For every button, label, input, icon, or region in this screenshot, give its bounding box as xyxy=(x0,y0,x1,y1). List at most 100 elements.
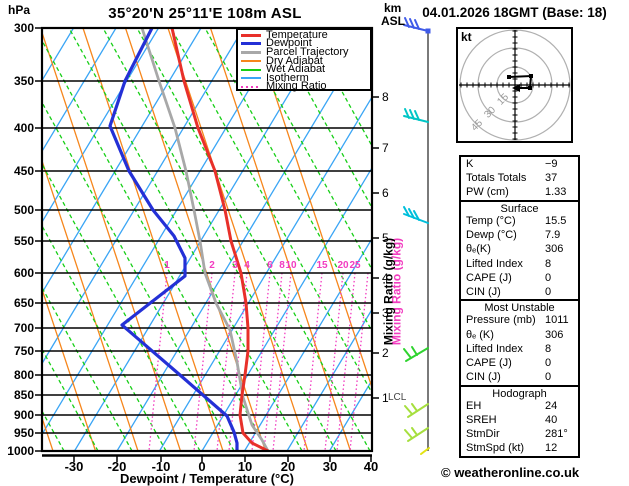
mixing-ratio-value-label: 15 xyxy=(316,260,328,271)
table-row-label: K xyxy=(466,158,474,170)
sounding-chart: hPa 35°20'N 25°11'E 108m ASL km ASL 04.0… xyxy=(0,0,629,486)
table-row-value: 281° xyxy=(545,428,568,441)
km-tick-label: 1 xyxy=(382,391,389,405)
legend-line-sample xyxy=(241,77,261,80)
table-row: Lifted Index 8 xyxy=(461,257,578,271)
pressure-tick-label: 500 xyxy=(13,203,34,217)
table-row: EH 24 xyxy=(461,399,578,413)
km-tick-label: 7 xyxy=(382,141,389,155)
pressure-tick-label: 950 xyxy=(13,426,34,440)
pressure-tick-label: 1000 xyxy=(7,444,34,458)
km-tick-label: 5 xyxy=(382,231,389,245)
legend-item: Mixing Ratio xyxy=(241,80,370,93)
table-row-value: 24 xyxy=(545,399,558,412)
table-row: PW (cm) 1.33 xyxy=(461,185,578,199)
pressure-tick-label: 850 xyxy=(13,388,34,402)
run-title: 04.01.2026 18GMT (Base: 18) xyxy=(422,5,607,20)
pressure-tick-label: 750 xyxy=(13,344,34,358)
table-row-label: Lifted Index xyxy=(466,257,523,270)
pressure-tick-label: 600 xyxy=(13,266,34,280)
table-row-value: 1.33 xyxy=(545,186,567,199)
dewpoint-curve xyxy=(108,28,239,451)
table-section-header: Most Unstable xyxy=(461,299,578,314)
temp-tick-label: 20 xyxy=(280,459,296,474)
mixing-ratio-value-label: 10 xyxy=(285,260,297,271)
pressure-tick-label: 650 xyxy=(13,296,34,310)
wind-barb xyxy=(403,206,429,224)
table-row: StmDir 281° xyxy=(461,427,578,441)
pressure-tick-label: 300 xyxy=(13,21,34,35)
table-row: Temp (°C) 15.5 xyxy=(461,214,578,228)
legend-item-label: Mixing Ratio xyxy=(266,80,327,93)
mixing-ratio-value-label: 1 xyxy=(164,260,170,271)
station-title: 35°20'N 25°11'E 108m ASL xyxy=(108,5,302,22)
table-row-value: 306 xyxy=(545,328,564,341)
table-row: CIN (J) 0 xyxy=(461,370,578,384)
legend-line-sample xyxy=(241,68,261,71)
legend-line-sample xyxy=(241,33,261,37)
table-row-value: 0 xyxy=(545,285,552,298)
table-row-label: SREH xyxy=(466,413,497,426)
table-row-value: 0 xyxy=(545,271,552,284)
km-tick-label: 8 xyxy=(382,90,389,104)
temp-tick-label: 10 xyxy=(237,459,253,474)
km-tick-label: 3 xyxy=(382,306,389,320)
temp-tick-label: -10 xyxy=(151,459,171,474)
table-row-label: EH xyxy=(466,399,482,412)
legend-line-sample xyxy=(241,60,261,63)
table-row-value: 0 xyxy=(545,371,552,384)
km-tick-label: 4 xyxy=(382,271,389,285)
pressure-tick-label: 900 xyxy=(13,408,34,422)
temp-tick-label: 40 xyxy=(363,459,379,474)
credit-footer: © weatheronline.co.uk xyxy=(441,465,580,480)
table-row-value: 1011 xyxy=(545,314,569,327)
wet-adiabat-line xyxy=(136,28,371,451)
table-row-value: 0 xyxy=(545,357,552,370)
table-row: Dewp (°C) 7.9 xyxy=(461,228,578,242)
indices-table: K −9 Totals Totals 37 PW (cm) 1.33 Surface Temp… xyxy=(459,155,580,458)
table-row-value: 7.9 xyxy=(545,229,561,242)
table-section-header: Surface xyxy=(461,199,578,215)
temp-tick-label: 30 xyxy=(322,459,338,474)
altitude-axis-unit-km: km xyxy=(384,1,402,15)
table-row: CAPE (J) 0 xyxy=(461,356,578,370)
mixing-ratio-line xyxy=(272,272,292,451)
table-row-label: Dewp (°C) xyxy=(466,229,517,242)
mixing-ratio-value-label: 25 xyxy=(349,260,361,271)
pressure-axis-unit: hPa xyxy=(8,3,31,17)
table-row-label: CIN (J) xyxy=(466,285,501,298)
wind-barb xyxy=(403,108,429,123)
hodograph-unit-label: kt xyxy=(461,30,472,44)
wind-barb xyxy=(403,17,431,34)
temp-tick-label: 0 xyxy=(198,459,206,474)
table-row-label: θₑ (K) xyxy=(466,328,494,341)
pressure-tick-label: 700 xyxy=(13,321,34,335)
table-row: K −9 xyxy=(461,157,578,171)
wind-barb xyxy=(404,427,429,442)
table-row-value: 40 xyxy=(545,413,558,426)
table-row-label: Totals Totals xyxy=(466,172,527,185)
pressure-tick-label: 350 xyxy=(13,74,34,88)
pressure-tick-label: 400 xyxy=(13,121,34,135)
legend-line-sample xyxy=(241,50,261,54)
wind-barb xyxy=(403,346,429,362)
table-row: θₑ (K) 306 xyxy=(461,328,578,342)
wind-barb xyxy=(404,403,429,418)
legend-line-sample xyxy=(241,85,261,88)
table-row-value: 37 xyxy=(545,172,558,185)
legend-line-sample xyxy=(241,42,261,46)
table-row-label: CIN (J) xyxy=(466,371,501,384)
table-row: θₑ(K) 306 xyxy=(461,242,578,256)
pressure-tick-label: 800 xyxy=(13,368,34,382)
table-row-label: CAPE (J) xyxy=(466,357,512,370)
table-row: StmSpd (kt) 12 xyxy=(461,441,578,455)
table-row-value: 8 xyxy=(545,342,552,355)
temp-tick-label: -20 xyxy=(107,459,127,474)
table-row-label: StmSpd (kt) xyxy=(466,442,525,455)
table-row: CIN (J) 0 xyxy=(461,285,578,299)
km-tick-label: 2 xyxy=(382,346,389,360)
table-row-label: Temp (°C) xyxy=(466,214,516,227)
temp-tick-label: -30 xyxy=(64,459,84,474)
table-row-label: PW (cm) xyxy=(466,186,509,199)
pressure-tick-label: 550 xyxy=(13,234,34,248)
